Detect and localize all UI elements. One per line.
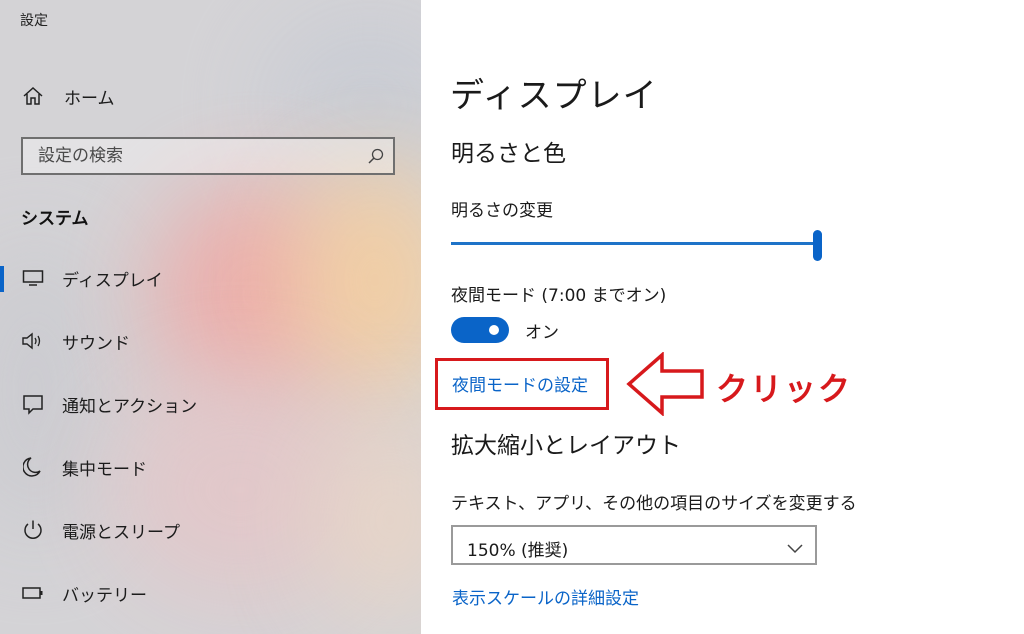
speaker-icon: [21, 329, 45, 353]
sidebar-item-focus[interactable]: 集中モード: [0, 443, 421, 491]
sidebar-item-label: 集中モード: [62, 459, 147, 480]
scale-dropdown-value: 150% (推奨): [467, 541, 569, 561]
main-panel: ディスプレイ 明るさと色 明るさの変更 夜間モード (7:00 までオン) オン…: [421, 0, 1024, 634]
sidebar-item-label: 電源とスリープ: [62, 522, 180, 543]
brightness-label: 明るさの変更: [451, 201, 553, 221]
sidebar-item-battery[interactable]: バッテリー: [0, 569, 421, 617]
sidebar-item-label: ホーム: [64, 88, 115, 109]
search-icon[interactable]: [367, 147, 385, 169]
night-mode-state: オン: [525, 323, 559, 343]
chevron-down-icon: [787, 539, 803, 558]
annotation-highlight-box: [435, 358, 609, 410]
night-mode-toggle[interactable]: [451, 317, 509, 343]
search-field[interactable]: [21, 137, 395, 175]
sidebar-item-label: ディスプレイ: [62, 270, 163, 291]
page-title: ディスプレイ: [450, 76, 658, 116]
notification-icon: [21, 392, 45, 416]
sidebar-section-heading: システム: [21, 209, 89, 229]
sidebar-item-label: バッテリー: [62, 585, 147, 606]
annotation-text: クリック: [716, 370, 853, 408]
annotation-arrow-icon: [626, 352, 704, 416]
sidebar-item-label: 通知とアクション: [62, 396, 198, 417]
sidebar: 設定 ホーム システム ディスプレイ サウンド: [0, 0, 421, 634]
toggle-knob: [489, 325, 499, 335]
scale-dropdown[interactable]: 150% (推奨): [451, 525, 817, 565]
window-title: 設定: [20, 13, 48, 29]
sidebar-item-display[interactable]: ディスプレイ: [0, 254, 421, 302]
scale-section-heading: 拡大縮小とレイアウト: [451, 433, 681, 459]
text-size-label: テキスト、アプリ、その他の項目のサイズを変更する: [451, 494, 857, 514]
monitor-icon: [21, 266, 45, 290]
sidebar-item-power[interactable]: 電源とスリープ: [0, 506, 421, 554]
moon-icon: [21, 455, 45, 479]
sidebar-item-sound[interactable]: サウンド: [0, 317, 421, 365]
home-icon: [21, 84, 45, 108]
brightness-slider[interactable]: [451, 230, 822, 261]
sidebar-item-notifications[interactable]: 通知とアクション: [0, 380, 421, 428]
advanced-scaling-link[interactable]: 表示スケールの詳細設定: [452, 584, 639, 609]
selection-indicator: [0, 266, 4, 292]
night-mode-label: 夜間モード (7:00 までオン): [451, 286, 667, 306]
slider-thumb[interactable]: [813, 230, 822, 261]
sidebar-item-label: サウンド: [62, 333, 130, 354]
brightness-section-heading: 明るさと色: [451, 141, 566, 167]
search-input[interactable]: [23, 145, 360, 167]
sidebar-item-home[interactable]: ホーム: [0, 72, 421, 120]
power-icon: [21, 518, 45, 542]
slider-fill: [451, 242, 813, 245]
battery-icon: [21, 581, 45, 605]
